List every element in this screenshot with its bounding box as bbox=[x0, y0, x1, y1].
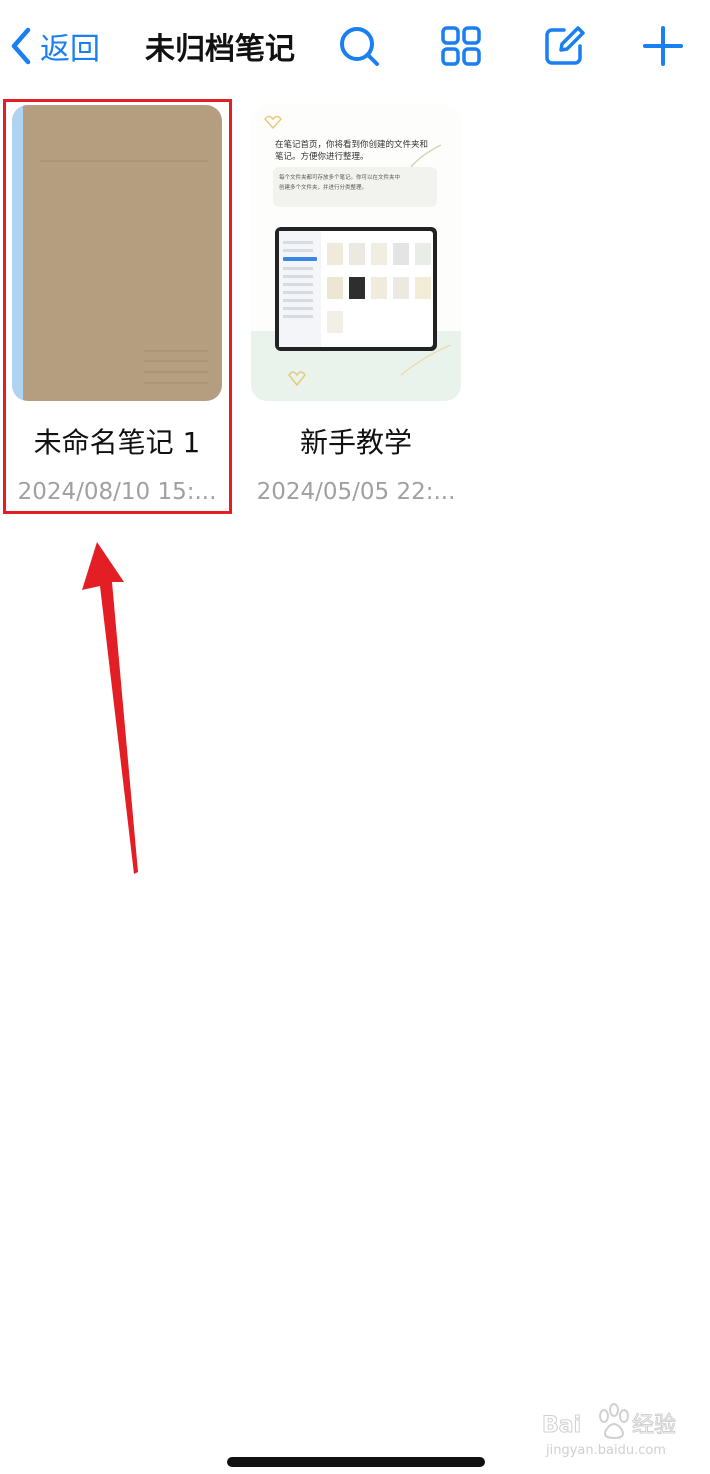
baidu-watermark-logo: Bai 经验 jingyan.baidu.com bbox=[542, 1403, 677, 1458]
edit-icon[interactable] bbox=[542, 24, 586, 68]
grid-view-icon[interactable] bbox=[439, 24, 483, 68]
note-title: 新手教学 bbox=[299, 426, 412, 459]
search-icon[interactable] bbox=[337, 24, 381, 68]
chevron-left-icon bbox=[11, 27, 31, 65]
cover-text: 创建多个文件夹，并进行分类整理。 bbox=[279, 183, 367, 191]
highlight-box bbox=[3, 99, 232, 514]
tutorial-cover-image: 在笔记首页，你将看到你创建的文件夹和 笔记。方便你进行整理。 每个文件夹都可存放… bbox=[251, 105, 461, 401]
note-cover: 在笔记首页，你将看到你创建的文件夹和 笔记。方便你进行整理。 每个文件夹都可存放… bbox=[251, 105, 461, 401]
annotation-arrow-icon bbox=[82, 542, 138, 874]
svg-text:经验: 经验 bbox=[632, 1413, 676, 1438]
cover-text: 在笔记首页，你将看到你创建的文件夹和 bbox=[275, 139, 428, 150]
watermark-url: jingyan.baidu.com bbox=[545, 1443, 666, 1458]
note-card-tutorial[interactable]: 在笔记首页，你将看到你创建的文件夹和 笔记。方便你进行整理。 每个文件夹都可存放… bbox=[251, 105, 461, 515]
navigation-bar: 返回 未归档笔记 bbox=[0, 0, 710, 92]
back-label: 返回 bbox=[40, 32, 100, 67]
cover-text: 笔记。方便你进行整理。 bbox=[275, 151, 369, 162]
add-icon[interactable] bbox=[641, 24, 685, 68]
back-button[interactable]: 返回 bbox=[8, 22, 100, 70]
cover-text: 每个文件夹都可存放多个笔记。你可以在文件夹中 bbox=[279, 173, 400, 181]
page-title: 未归档笔记 bbox=[145, 32, 295, 67]
svg-text:Bai: Bai bbox=[542, 1413, 581, 1438]
home-indicator bbox=[227, 1457, 485, 1467]
note-date: 2024/05/05 22:... bbox=[256, 479, 456, 505]
